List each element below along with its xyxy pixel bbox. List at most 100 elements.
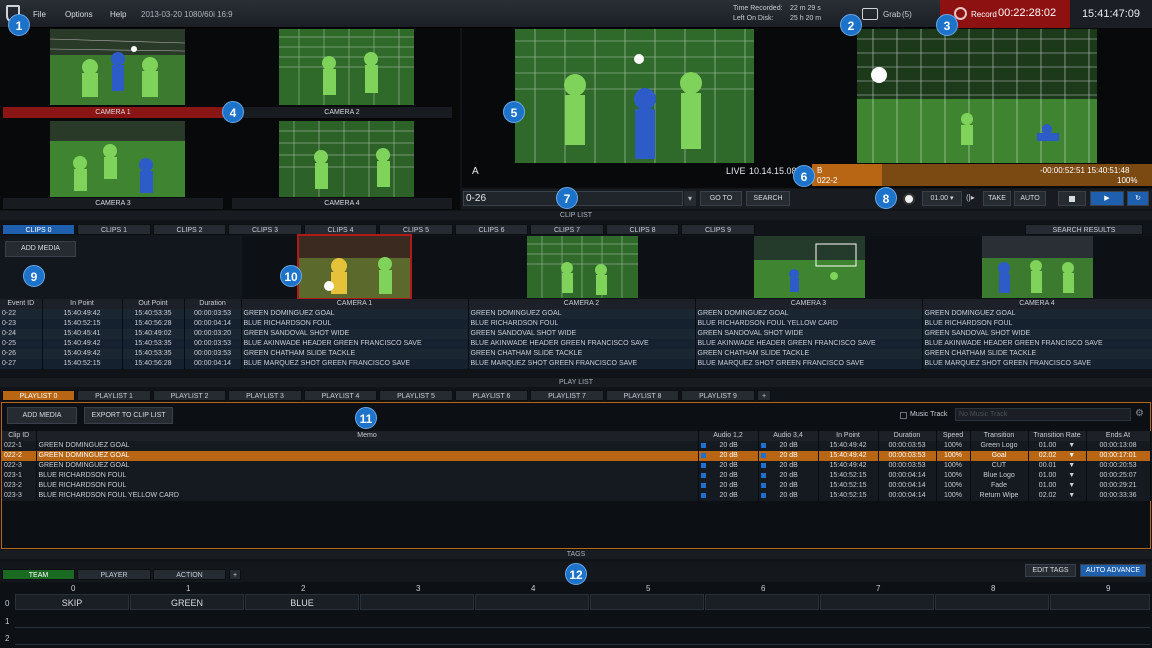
tag-empty[interactable] (935, 594, 1049, 610)
tag-empty[interactable] (820, 594, 934, 610)
camera-2-view[interactable] (279, 29, 414, 105)
camera-icon[interactable] (862, 8, 878, 20)
tab-clips-7[interactable]: CLIPS 7 (530, 224, 604, 235)
menu-help[interactable]: Help (110, 10, 126, 19)
col-event-id[interactable]: Event ID (0, 299, 43, 309)
take-button[interactable]: TAKE (983, 191, 1011, 206)
menu-options[interactable]: Options (65, 10, 93, 19)
audio-enabled-icon[interactable] (700, 472, 706, 478)
chevron-down-icon[interactable]: ▼ (1066, 452, 1075, 459)
col-out-point[interactable]: Out Point (122, 299, 185, 309)
grab-label[interactable]: Grab (883, 10, 901, 19)
chevron-down-icon[interactable]: ▼ (1066, 482, 1075, 489)
playlist-row[interactable]: 023-1 BLUE RICHARDSON FOUL 20 dB 20 dB 15:40… (2, 471, 1151, 481)
col-clip-id[interactable]: Clip ID (2, 431, 37, 441)
clip-table-row[interactable]: 0-22 15:40:49:42 15:40:53:35 00:00:03:53 GRE… (0, 309, 1152, 319)
search-dropdown-icon[interactable]: ▾ (684, 191, 696, 206)
gear-icon[interactable]: ⚙ (1135, 408, 1144, 419)
playlist-row[interactable]: 022-3 GREEN DOMINGUEZ GOAL 20 dB 20 dB 15:40… (2, 461, 1151, 471)
tag-empty[interactable] (705, 594, 819, 610)
audio-enabled-icon[interactable] (700, 442, 706, 448)
audio-enabled-icon[interactable] (760, 442, 766, 448)
preview-a-view[interactable] (515, 29, 754, 163)
col-in-point[interactable]: In Point (42, 299, 123, 309)
col-pl-duration[interactable]: Duration (878, 431, 937, 441)
search-button[interactable]: SEARCH (746, 191, 790, 206)
tag-empty[interactable] (475, 594, 589, 610)
tag-skip[interactable]: SKIP (15, 594, 129, 610)
col-ends-at[interactable]: Ends At (1086, 431, 1151, 441)
tag-empty[interactable] (590, 594, 704, 610)
audio-enabled-icon[interactable] (700, 452, 706, 458)
ball-icon[interactable] (903, 193, 915, 205)
tag-blue[interactable]: BLUE (245, 594, 359, 610)
add-tag-tab[interactable]: + (229, 569, 241, 580)
tab-clips-6[interactable]: CLIPS 6 (455, 224, 528, 235)
clip-thumb-camera-2[interactable] (527, 236, 638, 298)
export-to-clip-list-button[interactable]: EXPORT TO CLIP LIST (84, 407, 173, 424)
playlist-row[interactable]: 023-3 BLUE RICHARDSON FOUL YELLOW CARD 20 … (2, 491, 1151, 501)
clip-table-row[interactable]: 0-27 15:40:52:15 15:40:56:28 00:00:04:14 BLU… (0, 359, 1152, 369)
tag-empty[interactable] (1050, 594, 1150, 610)
tab-playlist-7[interactable]: PLAYLIST 7 (530, 390, 604, 401)
col-pl-in-point[interactable]: In Point (818, 431, 879, 441)
menu-file[interactable]: File (33, 10, 46, 19)
tab-playlist-5[interactable]: PLAYLIST 5 (379, 390, 453, 401)
playlist-add-media-button[interactable]: ADD MEDIA (7, 407, 77, 424)
camera-3-view[interactable] (50, 121, 185, 197)
auto-advance-button[interactable]: AUTO ADVANCE (1080, 564, 1146, 577)
tab-clips-2[interactable]: CLIPS 2 (153, 224, 226, 235)
tab-playlist-6[interactable]: PLAYLIST 6 (455, 390, 528, 401)
tab-playlist-0[interactable]: PLAYLIST 0 (2, 390, 75, 401)
audio-enabled-icon[interactable] (760, 452, 766, 458)
play-button[interactable]: ▶ (1090, 191, 1124, 206)
chevron-down-icon[interactable]: ▼ (1066, 462, 1075, 469)
playlist-row[interactable]: 023-2 BLUE RICHARDSON FOUL 20 dB 20 dB 15:40… (2, 481, 1151, 491)
music-track-select[interactable]: No Music Track (955, 408, 1131, 421)
loop-button[interactable]: ↻ (1127, 191, 1149, 206)
tab-clips-1[interactable]: CLIPS 1 (77, 224, 151, 235)
col-speed[interactable]: Speed (936, 431, 971, 441)
audio-enabled-icon[interactable] (760, 472, 766, 478)
tag-empty[interactable] (360, 594, 474, 610)
chevron-down-icon[interactable]: ▼ (1066, 492, 1075, 499)
clip-table-row[interactable]: 0-24 15:40:45:41 15:40:49:02 00:00:03:20 GRE… (0, 329, 1152, 339)
audio-enabled-icon[interactable] (760, 482, 766, 488)
col-transition-rate[interactable]: Transition Rate (1028, 431, 1087, 441)
playlist-row[interactable]: 022-2 GREEN DOMINGUEZ GOAL 20 dB 20 dB 15:40… (2, 451, 1151, 461)
clip-table-row[interactable]: 0-26 15:40:49:42 15:40:53:35 00:00:03:53 GRE… (0, 349, 1152, 359)
tag-green[interactable]: GREEN (130, 594, 244, 610)
camera-1-view[interactable] (50, 29, 185, 105)
tab-playlist-9[interactable]: PLAYLIST 9 (681, 390, 755, 401)
rate-select[interactable]: 01.00 ▾ (922, 191, 962, 206)
audio-enabled-icon[interactable] (700, 492, 706, 498)
tab-clips-4[interactable]: CLIPS 4 (304, 224, 377, 235)
preview-b-view[interactable] (857, 29, 1097, 163)
goto-button[interactable]: GO TO (700, 191, 742, 206)
audio-enabled-icon[interactable] (760, 462, 766, 468)
tab-action[interactable]: ACTION (153, 569, 226, 580)
col-camera-4[interactable]: CAMERA 4 (922, 299, 1152, 309)
stop-button[interactable] (1058, 191, 1086, 206)
tab-clips-8[interactable]: CLIPS 8 (606, 224, 679, 235)
clip-thumb-camera-4[interactable] (982, 236, 1093, 298)
clip-add-media-button[interactable]: ADD MEDIA (5, 241, 76, 257)
tab-clips-5[interactable]: CLIPS 5 (379, 224, 453, 235)
record-button[interactable]: Record 00:22:28:02 (940, 0, 1070, 28)
clip-thumb-camera-1[interactable] (297, 234, 412, 300)
clip-table-row[interactable]: 0-25 15:40:49:42 15:40:53:35 00:00:03:53 BLU… (0, 339, 1152, 349)
audio-enabled-icon[interactable] (700, 462, 706, 468)
col-camera-2[interactable]: CAMERA 2 (468, 299, 696, 309)
camera-4-view[interactable] (279, 121, 414, 197)
clip-table-row[interactable]: 0-23 15:40:52:15 15:40:56:28 00:00:04:14 BLU… (0, 319, 1152, 329)
col-audio-1-2[interactable]: Audio 1,2 (698, 431, 759, 441)
auto-button[interactable]: AUTO (1014, 191, 1046, 206)
tab-playlist-3[interactable]: PLAYLIST 3 (228, 390, 302, 401)
playlist-row[interactable]: 022-1 GREEN DOMINGUEZ GOAL 20 dB 20 dB 15:40… (2, 441, 1151, 451)
music-track-checkbox[interactable] (900, 412, 907, 419)
add-playlist-tab[interactable]: + (757, 390, 771, 401)
tab-team[interactable]: TEAM (2, 569, 75, 580)
chevron-down-icon[interactable]: ▼ (1066, 472, 1075, 479)
tab-search-results[interactable]: SEARCH RESULTS (1025, 224, 1143, 235)
col-memo[interactable]: Memo (36, 431, 699, 441)
